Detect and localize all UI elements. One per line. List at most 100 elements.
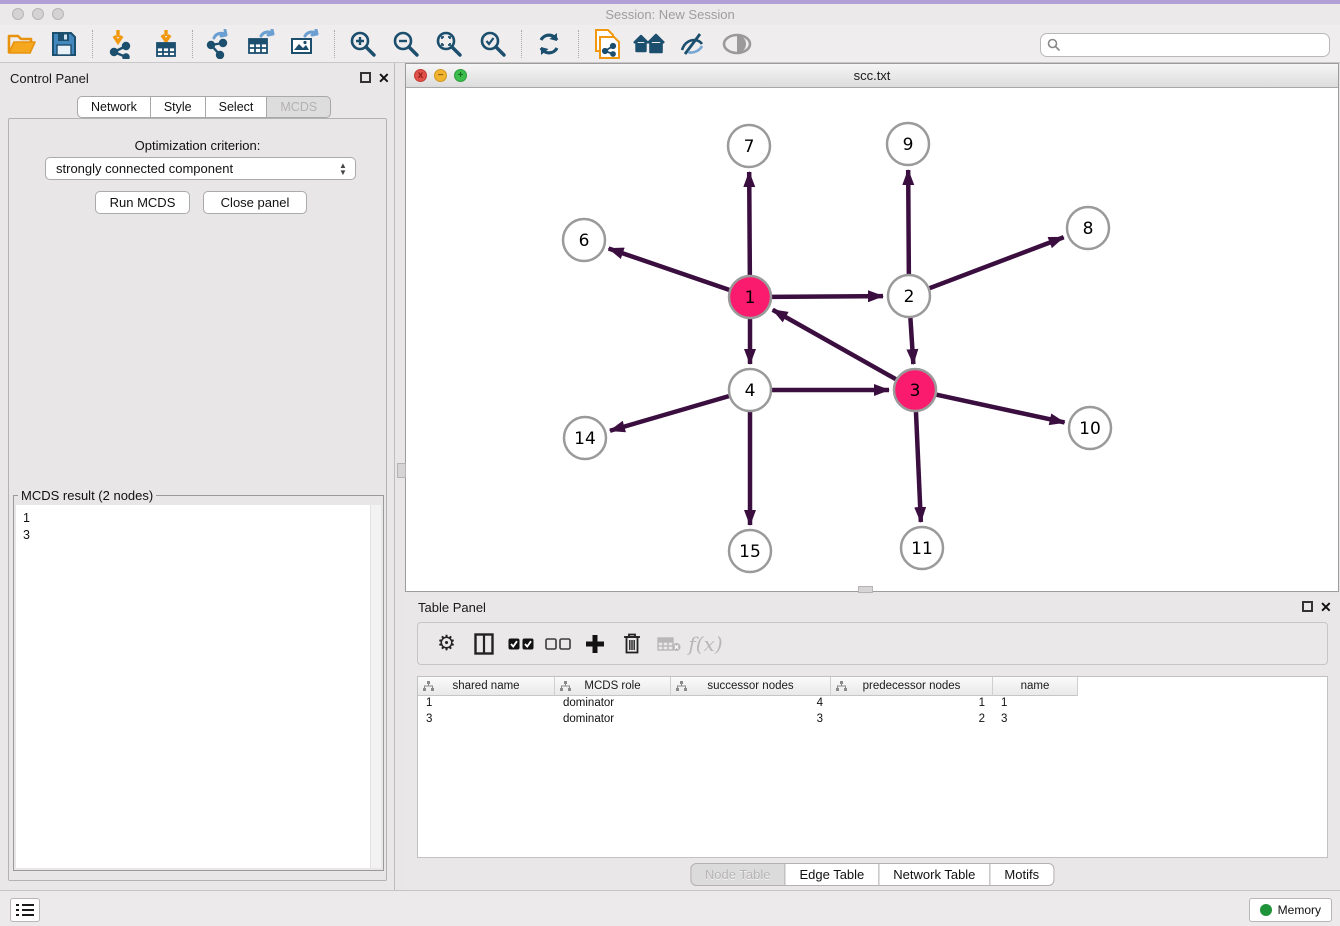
application-window: Session: New Session [0,0,1340,926]
task-history-button[interactable] [10,898,40,922]
cell-predecessor-nodes[interactable]: 2 [831,712,993,728]
zoom-fit-icon[interactable] [432,27,466,61]
control-panel: Control Panel ✕ NetworkStyleSelectMCDS O… [0,63,395,890]
import-network-icon[interactable] [103,27,137,61]
optimization-criterion-label: Optimization criterion: [9,138,386,153]
edge-4-14[interactable] [610,396,729,431]
network-window-titlebar[interactable]: x − + scc.txt [406,64,1338,88]
select-stepper-icon: ▲▼ [338,161,348,177]
close-panel-icon[interactable]: ✕ [378,70,390,87]
splitter-handle-horizontal[interactable] [858,586,873,593]
save-session-icon[interactable] [47,27,81,61]
table-row[interactable]: 3dominator323 [418,712,1327,728]
edge-3-11[interactable] [916,412,921,522]
edge-3-10[interactable] [936,395,1064,423]
float-table-panel-icon[interactable] [1302,601,1313,612]
cell-name[interactable]: 3 [993,712,1078,728]
mcds-result-fieldset: MCDS result (2 nodes) 13 [13,495,384,871]
column-header-successor-nodes[interactable]: successor nodes [671,677,831,696]
node-table[interactable]: shared nameMCDS rolesuccessor nodesprede… [417,676,1328,858]
node-label-15: 15 [739,542,761,562]
duplicate-network-icon[interactable] [589,27,623,61]
edge-2-3[interactable] [910,318,913,364]
search-input[interactable] [1061,38,1329,52]
network-canvas[interactable]: 7968124314101511 [406,89,1338,592]
zoom-in-icon[interactable] [346,27,380,61]
toolbar-separator [578,30,579,58]
add-column-icon[interactable] [576,629,613,659]
function-builder-icon: f(x) [687,629,724,659]
home-icon[interactable] [632,27,666,61]
toolbar-separator [521,30,522,58]
edge-3-1[interactable] [773,310,896,379]
close-panel-button[interactable]: Close panel [203,191,307,214]
edge-1-6[interactable] [609,248,730,289]
node-label-2: 2 [904,287,915,307]
os-titlebar: Session: New Session [0,4,1340,25]
column-header-predecessor-nodes[interactable]: predecessor nodes [831,677,993,696]
tab-network[interactable]: Network [77,96,151,118]
table-toolbar: ⚙ f(x) [417,622,1328,665]
memory-button[interactable]: Memory [1249,898,1332,922]
tab-network-table[interactable]: Network Table [878,863,990,886]
edge-2-8[interactable] [930,237,1064,288]
tab-node-table[interactable]: Node Table [690,863,786,886]
delete-column-icon[interactable] [613,629,650,659]
edge-1-7[interactable] [749,172,750,275]
edge-2-9[interactable] [908,170,909,274]
float-panel-icon[interactable] [360,72,371,83]
search-field[interactable] [1040,33,1330,57]
cell-MCDS-role[interactable]: dominator [555,712,671,728]
tab-mcds[interactable]: MCDS [266,96,331,118]
close-table-panel-icon[interactable]: ✕ [1320,599,1332,616]
table-panel-title: Table Panel [418,600,486,615]
search-icon [1047,38,1061,52]
run-mcds-button[interactable]: Run MCDS [95,191,190,214]
cell-predecessor-nodes[interactable]: 1 [831,696,993,712]
tab-motifs[interactable]: Motifs [989,863,1054,886]
column-header-shared-name[interactable]: shared name [418,677,555,696]
export-image-icon[interactable] [288,27,322,61]
cell-shared-name[interactable]: 1 [418,696,555,712]
select-all-columns-icon[interactable] [502,629,539,659]
cell-name[interactable]: 1 [993,696,1078,712]
status-bar: Memory [0,890,1340,926]
export-network-icon[interactable] [202,27,236,61]
splitter-handle-vertical[interactable] [397,463,406,478]
cell-successor-nodes[interactable]: 4 [671,696,831,712]
cell-successor-nodes[interactable]: 3 [671,712,831,728]
column-header-name[interactable]: name [993,677,1078,696]
split-columns-icon[interactable] [465,629,502,659]
import-table-icon[interactable] [149,27,183,61]
tab-style[interactable]: Style [150,96,206,118]
table-row[interactable]: 1dominator411 [418,696,1327,712]
node-label-3: 3 [910,381,921,401]
tab-select[interactable]: Select [205,96,268,118]
session-title: Session: New Session [0,7,1340,22]
tab-edge-table[interactable]: Edge Table [784,863,879,886]
table-panel-tabs: Node TableEdge TableNetwork TableMotifs [691,863,1054,886]
table-header-row: shared nameMCDS rolesuccessor nodesprede… [418,677,1327,696]
zoom-selected-icon[interactable] [476,27,510,61]
table-body: 1dominator4113dominator323 [418,696,1327,728]
mcds-result-title: MCDS result (2 nodes) [18,488,156,503]
hide-panels-icon[interactable] [675,27,709,61]
settings-gear-icon[interactable]: ⚙ [428,629,465,659]
refresh-layout-icon[interactable] [532,27,566,61]
mcds-result-lines: 13 [16,505,381,549]
memory-label: Memory [1278,903,1321,917]
cell-shared-name[interactable]: 3 [418,712,555,728]
result-scrollbar[interactable] [370,505,381,868]
open-session-icon[interactable] [5,27,39,61]
mcds-result-area[interactable]: 13 [16,505,381,868]
edge-1-2[interactable] [772,296,883,297]
export-table-icon[interactable] [245,27,279,61]
cell-MCDS-role[interactable]: dominator [555,696,671,712]
criterion-select[interactable]: strongly connected component ▲▼ [45,157,356,180]
deselect-all-columns-icon[interactable] [539,629,576,659]
node-label-14: 14 [574,429,596,449]
control-panel-tabs: NetworkStyleSelectMCDS [78,96,331,118]
column-header-MCDS-role[interactable]: MCDS role [555,677,671,696]
zoom-out-icon[interactable] [389,27,423,61]
node-label-10: 10 [1079,419,1101,439]
